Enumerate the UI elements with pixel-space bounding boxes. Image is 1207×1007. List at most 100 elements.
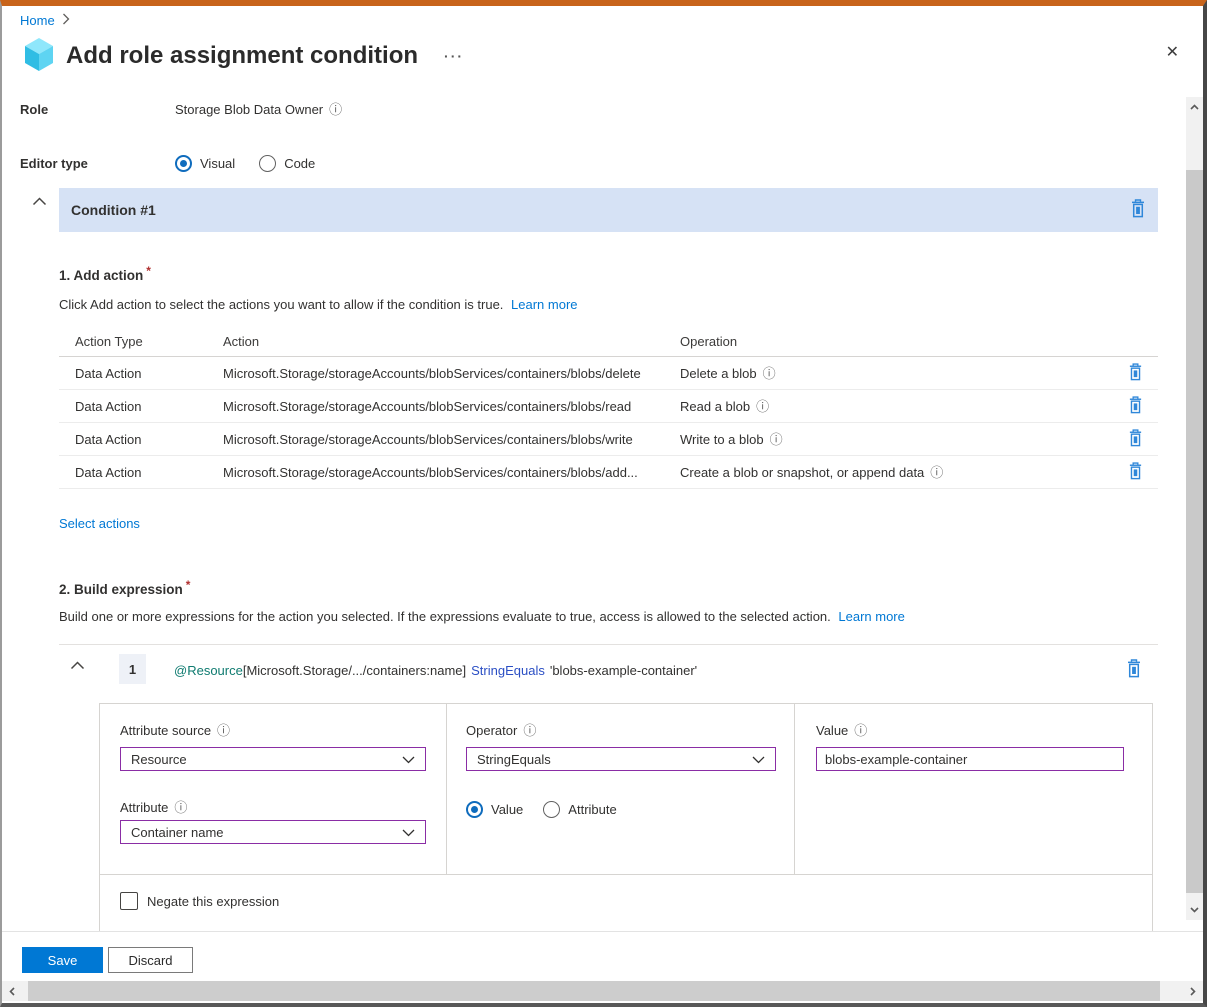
editor-type-code-radio[interactable] (259, 155, 276, 172)
info-icon[interactable]: ⓘ (854, 724, 867, 737)
operation-cell: Delete a blob (680, 366, 757, 381)
actions-table-header: Action Type Action Operation (59, 326, 1158, 357)
info-icon[interactable]: ⓘ (756, 400, 769, 413)
action-type-cell: Data Action (59, 399, 223, 414)
attribute-source-label: Attribute source ⓘ (120, 722, 230, 738)
info-icon[interactable]: ⓘ (217, 724, 230, 737)
expression-group-divider (59, 644, 1158, 645)
info-icon[interactable]: ⓘ (523, 724, 536, 737)
panel-divider (794, 704, 795, 874)
attribute-label: Attribute ⓘ (120, 799, 187, 815)
scroll-right-icon[interactable] (1183, 981, 1203, 1001)
operator-value: StringEquals (477, 752, 551, 767)
info-icon[interactable]: ⓘ (329, 103, 342, 116)
chevron-right-icon (62, 13, 70, 28)
editor-type-visual-label: Visual (200, 156, 235, 171)
horizontal-scrollbar[interactable] (2, 981, 1203, 1001)
value-label: Value ⓘ (816, 722, 867, 738)
expression-source: @Resource (174, 663, 243, 678)
add-action-description: Click Add action to select the actions y… (59, 297, 578, 312)
footer-bar: Save Discard (2, 931, 1203, 981)
action-type-cell: Data Action (59, 366, 223, 381)
editor-type-code-label: Code (284, 156, 315, 171)
operation-cell: Write to a blob (680, 432, 764, 447)
attribute-value: Container name (131, 825, 224, 840)
delete-expression-icon[interactable] (1126, 659, 1142, 681)
table-row: Data Action Microsoft.Storage/storageAcc… (59, 423, 1158, 456)
info-icon[interactable]: ⓘ (770, 433, 783, 446)
action-cell: Microsoft.Storage/storageAccounts/blobSe… (223, 432, 680, 447)
condition-collapse-chevron-icon[interactable] (32, 194, 47, 209)
close-icon[interactable]: ✕ (1166, 42, 1179, 62)
delete-action-icon[interactable] (1128, 363, 1143, 384)
value-type-value-label: Value (491, 802, 523, 817)
negate-expression-row: Negate this expression (120, 892, 279, 910)
actions-table: Action Type Action Operation Data Action… (59, 326, 1158, 489)
vertical-scrollbar-thumb[interactable] (1186, 170, 1203, 893)
build-expression-description: Build one or more expressions for the ac… (59, 609, 905, 624)
action-type-cell: Data Action (59, 432, 223, 447)
col-action-type: Action Type (59, 334, 223, 349)
build-expression-learn-more-link[interactable]: Learn more (838, 609, 904, 624)
add-action-learn-more-link[interactable]: Learn more (511, 297, 577, 312)
more-options-icon[interactable]: ··· (444, 48, 464, 64)
panel-divider (446, 704, 447, 874)
info-icon[interactable]: ⓘ (174, 801, 187, 814)
editor-type-row: Editor type Visual Code (20, 155, 339, 172)
attribute-source-select[interactable]: Resource (120, 747, 426, 771)
chevron-down-icon (752, 752, 765, 767)
vertical-scrollbar[interactable] (1186, 97, 1203, 920)
add-action-heading: 1. Add action* (59, 264, 151, 283)
expression-operator: StringEquals (471, 663, 545, 678)
save-button[interactable]: Save (22, 947, 103, 973)
horizontal-scrollbar-thumb[interactable] (28, 981, 1160, 1001)
delete-action-icon[interactable] (1128, 396, 1143, 417)
negate-expression-checkbox[interactable] (120, 892, 138, 910)
page-title: Add role assignment condition (66, 42, 418, 70)
scroll-left-icon[interactable] (2, 981, 22, 1001)
chevron-down-icon (402, 752, 415, 767)
delete-action-icon[interactable] (1128, 462, 1143, 483)
required-marker: * (146, 264, 151, 278)
action-cell: Microsoft.Storage/storageAccounts/blobSe… (223, 465, 680, 480)
page-header: Add role assignment condition ··· (24, 38, 464, 74)
discard-button[interactable]: Discard (108, 947, 193, 973)
breadcrumb-home-link[interactable]: Home (20, 13, 55, 28)
value-type-value-radio[interactable] (466, 801, 483, 818)
attribute-source-value: Resource (131, 752, 187, 767)
operator-label: Operator ⓘ (466, 722, 536, 738)
operation-cell: Create a blob or snapshot, or append dat… (680, 465, 924, 480)
editor-type-visual-radio[interactable] (175, 155, 192, 172)
info-icon[interactable]: ⓘ (763, 367, 776, 380)
panel-divider (100, 874, 1152, 875)
value-type-radio-group: Value Attribute (466, 800, 641, 818)
expression-attribute-path: [Microsoft.Storage/.../containers:name] (243, 663, 466, 678)
select-actions-link[interactable]: Select actions (59, 516, 140, 531)
action-cell: Microsoft.Storage/storageAccounts/blobSe… (223, 366, 680, 381)
table-row: Data Action Microsoft.Storage/storageAcc… (59, 390, 1158, 423)
operation-cell: Read a blob (680, 399, 750, 414)
delete-action-icon[interactable] (1128, 429, 1143, 450)
scroll-down-icon[interactable] (1186, 902, 1203, 918)
delete-condition-icon[interactable] (1130, 199, 1146, 221)
col-action: Action (223, 334, 680, 349)
expression-index-badge: 1 (119, 654, 146, 684)
scroll-up-icon[interactable] (1186, 99, 1203, 115)
attribute-select[interactable]: Container name (120, 820, 426, 844)
operator-select[interactable]: StringEquals (466, 747, 776, 771)
breadcrumb: Home (20, 13, 70, 28)
info-icon[interactable]: ⓘ (930, 466, 943, 479)
table-row: Data Action Microsoft.Storage/storageAcc… (59, 357, 1158, 390)
cube-icon (24, 38, 54, 74)
expression-collapse-chevron-icon[interactable] (70, 658, 85, 673)
required-marker: * (186, 578, 191, 592)
table-row: Data Action Microsoft.Storage/storageAcc… (59, 456, 1158, 489)
chevron-down-icon (402, 825, 415, 840)
value-type-attribute-radio[interactable] (543, 801, 560, 818)
expression-value: 'blobs-example-container' (550, 663, 697, 678)
role-value: Storage Blob Data Owner (175, 102, 323, 117)
value-input[interactable] (816, 747, 1124, 771)
build-expression-heading: 2. Build expression* (59, 578, 190, 597)
role-label: Role (20, 102, 175, 117)
add-role-assignment-condition-window: Home Add role assignment condition ··· ✕… (0, 0, 1207, 1007)
